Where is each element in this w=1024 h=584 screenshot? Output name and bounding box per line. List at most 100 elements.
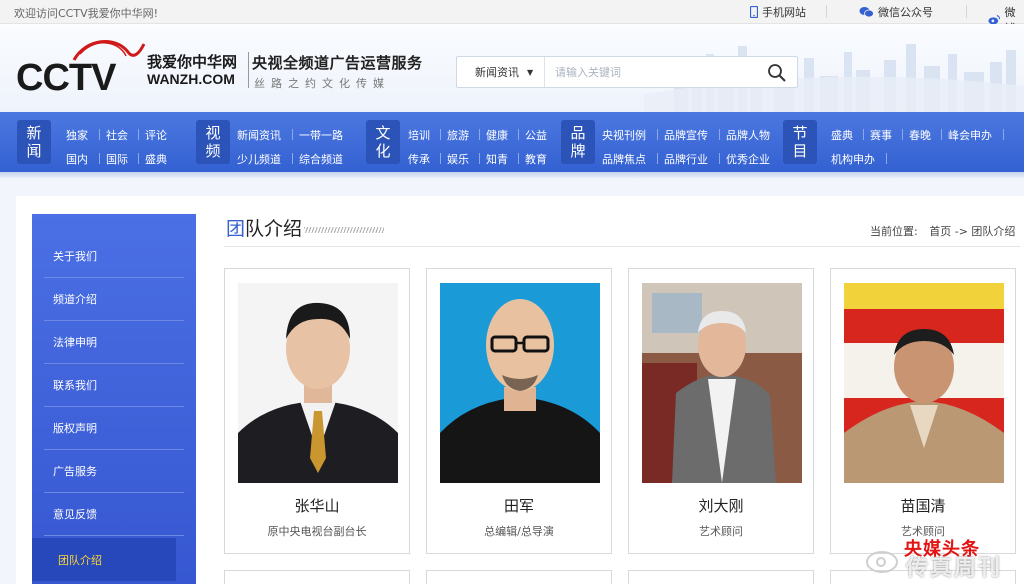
nav-link[interactable]: 评论 — [145, 127, 167, 143]
nav-link[interactable]: 培训 — [408, 127, 430, 143]
nav-link[interactable]: 少儿频道 — [237, 151, 281, 167]
sidebar-item-label: 关于我们 — [53, 250, 97, 263]
nav-link[interactable]: 教育 — [525, 151, 547, 167]
nav-link[interactable]: 优秀企业 — [726, 151, 770, 167]
sidebar-item-contact[interactable]: 联系我们 — [44, 364, 184, 407]
nav-link[interactable]: 盛典 — [831, 127, 853, 143]
sidebar-item-label: 广告服务 — [53, 465, 97, 478]
nav-link[interactable]: 品牌宣传 — [664, 127, 708, 143]
site-header: CCTV 我爱你中华网 WANZH.COM 央视全频道广告运营服务 丝路之约文化… — [0, 24, 1024, 112]
sidebar-item-feedback[interactable]: 意见反馈 — [44, 493, 184, 536]
mobile-site-link[interactable]: 手机网站 — [750, 4, 806, 20]
nav-link[interactable]: 峰会申办 — [948, 127, 992, 143]
nav-divider — [99, 129, 100, 140]
nav-link[interactable]: 机构申办 — [831, 151, 875, 167]
nav-link[interactable]: 娱乐 — [447, 151, 469, 167]
nav-category-culture[interactable]: 文化 — [366, 120, 400, 164]
nav-link[interactable]: 国际 — [106, 151, 128, 167]
header-slogan: 央视全频道广告运营服务 — [252, 54, 423, 72]
nav-link[interactable]: 知青 — [486, 151, 508, 167]
nav-category-programs[interactable]: 节目 — [783, 120, 817, 164]
logo-domain-text: WANZH.COM — [147, 71, 235, 87]
sidebar-item-label: 频道介绍 — [53, 293, 97, 306]
nav-category-video[interactable]: 视频 — [196, 120, 230, 164]
breadcrumb-label: 当前位置: — [870, 225, 918, 238]
nav-link[interactable]: 国内 — [66, 151, 88, 167]
header-subslogan: 丝路之约文化传媒 — [254, 77, 390, 90]
team-member-role: 原中央电视台副台长 — [267, 525, 367, 538]
welcome-text: 欢迎访问CCTV我爱你中华网! — [14, 7, 159, 20]
nav-divider — [479, 153, 480, 164]
nav-divider — [138, 129, 139, 140]
sidebar-item-label: 团队介绍 — [58, 553, 102, 567]
nav-divider — [292, 153, 293, 164]
nav-link[interactable]: 综合频道 — [299, 151, 343, 167]
nav-divider — [440, 129, 441, 140]
search-category-select[interactable]: 新闻资讯 ▼ — [457, 57, 545, 87]
team-card[interactable] — [426, 570, 612, 584]
search-input[interactable] — [545, 58, 745, 86]
nav-link[interactable]: 旅游 — [447, 127, 469, 143]
nav-link[interactable]: 社会 — [106, 127, 128, 143]
nav-link[interactable]: 传承 — [408, 151, 430, 167]
nav-divider — [863, 129, 864, 140]
nav-link[interactable]: 品牌行业 — [664, 151, 708, 167]
sidebar-item-team[interactable]: 团队介绍 — [32, 538, 176, 581]
nav-link[interactable]: 健康 — [486, 127, 508, 143]
breadcrumb-current[interactable]: 团队介绍 — [971, 225, 1015, 238]
page-title: 团队介绍 — [226, 214, 385, 241]
nav-divider — [99, 153, 100, 164]
sidebar-item-label: 法律申明 — [53, 336, 97, 349]
sidebar-item-legal[interactable]: 法律申明 — [44, 321, 184, 364]
mobile-site-label: 手机网站 — [762, 6, 806, 19]
top-bar: 欢迎访问CCTV我爱你中华网! 手机网站 微信公众号 微博 — [0, 0, 1024, 35]
nav-category-label: 品牌 — [570, 124, 586, 160]
nav-divider — [719, 153, 720, 164]
nav-link[interactable]: 独家 — [66, 127, 88, 143]
nav-link[interactable]: 春晚 — [909, 127, 931, 143]
nav-link[interactable]: 央视刊例 — [602, 127, 646, 143]
sidebar-item-channels[interactable]: 频道介绍 — [44, 278, 184, 321]
title-underline — [224, 246, 1020, 247]
nav-divider — [941, 129, 942, 140]
sidebar-item-about[interactable]: 关于我们 — [44, 235, 184, 278]
nav-link[interactable]: 品牌焦点 — [602, 151, 646, 167]
nav-divider — [440, 153, 441, 164]
team-card[interactable]: 刘大刚 艺术顾问 — [628, 268, 814, 554]
team-member-name: 刘大刚 — [698, 497, 744, 515]
header-divider — [248, 52, 249, 88]
nav-divider — [518, 129, 519, 140]
logo-brand-text: 我爱你中华网 — [147, 53, 238, 71]
team-card[interactable] — [224, 570, 410, 584]
team-card[interactable]: 苗国清 艺术顾问 — [830, 268, 1016, 554]
nav-link[interactable]: 新闻资讯 — [237, 127, 281, 143]
wechat-link[interactable]: 微信公众号 — [859, 4, 933, 20]
team-card[interactable]: 张华山 原中央电视台副台长 — [224, 268, 410, 554]
caret-down-icon: ▼ — [527, 67, 534, 77]
nav-category-brand[interactable]: 品牌 — [561, 120, 595, 164]
team-photo — [440, 283, 600, 483]
nav-link[interactable]: 一带一路 — [299, 127, 343, 143]
team-card[interactable]: 田军 总编辑/总导演 — [426, 268, 612, 554]
sidebar-item-ads[interactable]: 广告服务 — [44, 450, 184, 493]
nav-divider — [719, 129, 720, 140]
nav-link[interactable]: 公益 — [525, 127, 547, 143]
nav-divider — [657, 153, 658, 164]
nav-link[interactable]: 品牌人物 — [726, 127, 770, 143]
search-icon[interactable] — [767, 63, 787, 83]
nav-divider — [518, 153, 519, 164]
sidebar-item-copyright[interactable]: 版权声明 — [44, 407, 184, 450]
breadcrumb-home-link[interactable]: 首页 — [929, 225, 951, 238]
main-navigation: 新闻 独家 社会 评论 国内 国际 盛典 视频 新闻资讯 一带一路 少儿频道 综… — [0, 112, 1024, 178]
nav-divider — [657, 129, 658, 140]
team-photo — [238, 283, 398, 483]
breadcrumb-separator: -> — [954, 225, 968, 238]
nav-divider — [902, 129, 903, 140]
team-card[interactable] — [628, 570, 814, 584]
svg-text:CCTV: CCTV — [16, 57, 117, 99]
nav-link[interactable]: 赛事 — [870, 127, 892, 143]
team-member-role: 艺术顾问 — [699, 525, 743, 538]
nav-category-news[interactable]: 新闻 — [17, 120, 51, 164]
search-category-value: 新闻资讯 — [475, 66, 519, 79]
nav-link[interactable]: 盛典 — [145, 151, 167, 167]
